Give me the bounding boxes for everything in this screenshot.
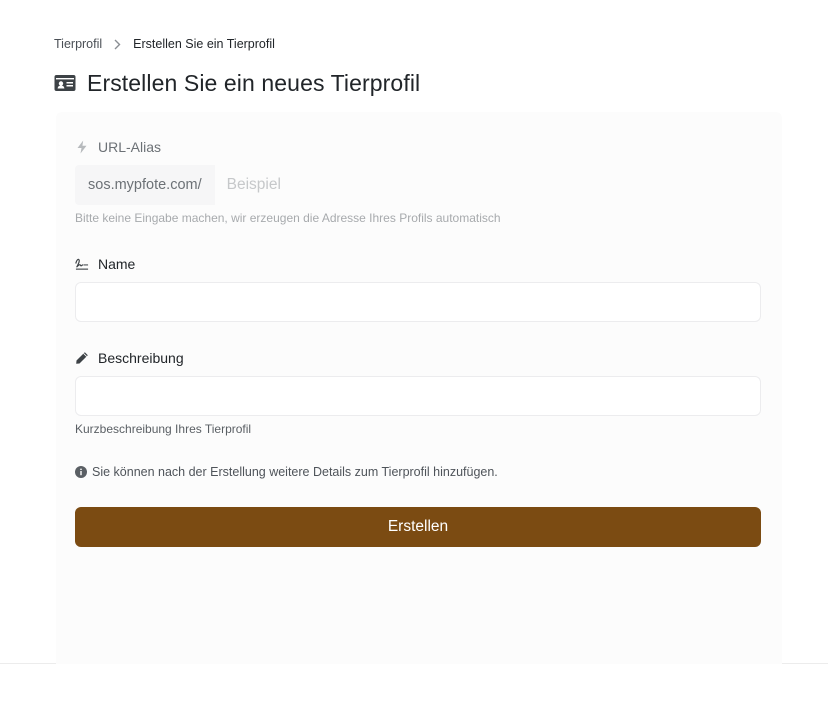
card-footer-area (56, 566, 782, 664)
alias-prefix: sos.mypfote.com/ (75, 165, 215, 205)
alias-input-group: sos.mypfote.com/ (75, 165, 761, 205)
page-heading: Erstellen Sie ein neues Tierprofil (87, 69, 421, 96)
bolt-icon (75, 140, 89, 154)
page-title: Erstellen Sie ein neues Tierprofil (54, 68, 420, 98)
signature-icon (75, 257, 89, 271)
info-note-text: Sie können nach der Erstellung weitere D… (92, 465, 498, 479)
description-input[interactable] (75, 376, 761, 416)
name-label-text: Name (98, 256, 136, 272)
breadcrumb: Tierprofil Erstellen Sie ein Tierprofil (54, 36, 275, 52)
pencil-icon (75, 351, 89, 365)
breadcrumb-tierprofil-link[interactable]: Tierprofil (54, 37, 102, 51)
alias-label: URL-Alias (75, 139, 161, 155)
name-label: Name (75, 256, 135, 272)
info-note: Sie können nach der Erstellung weitere D… (75, 465, 498, 479)
alias-help-text: Bitte keine Eingabe machen, wir erzeugen… (75, 211, 501, 225)
chevron-right-icon (114, 39, 121, 50)
description-label-text: Beschreibung (98, 350, 184, 366)
alias-label-text: URL-Alias (98, 139, 162, 155)
description-label: Beschreibung (75, 350, 184, 366)
name-input[interactable] (75, 282, 761, 322)
id-card-icon (54, 74, 76, 92)
info-circle-icon (75, 466, 87, 478)
description-help-text: Kurzbeschreibung Ihres Tierprofil (75, 422, 252, 436)
breadcrumb-current: Erstellen Sie ein Tierprofil (133, 37, 275, 51)
alias-input[interactable] (214, 165, 761, 205)
create-button[interactable]: Erstellen (75, 507, 761, 547)
